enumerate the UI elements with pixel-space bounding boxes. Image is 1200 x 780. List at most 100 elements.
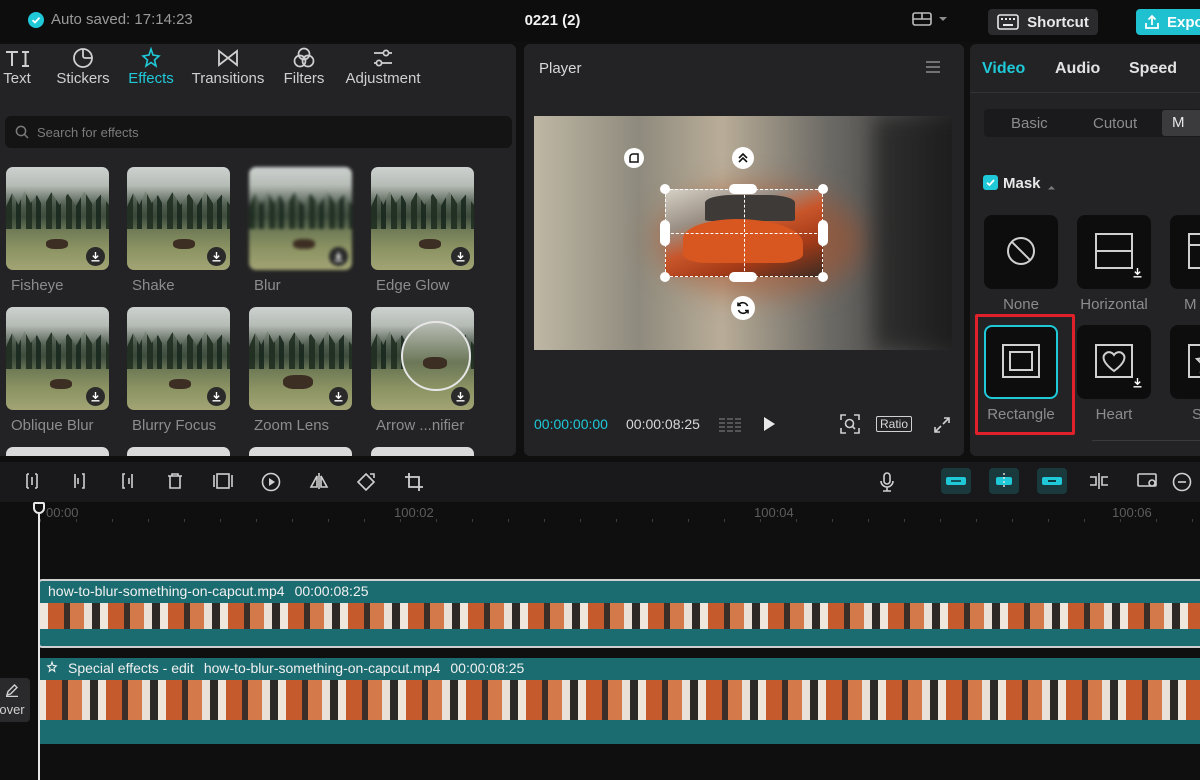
main-track-magnet-toggle[interactable] [941,468,971,494]
keyboard-icon [997,14,1019,30]
split-icon[interactable] [24,472,40,493]
download-icon[interactable] [451,387,470,406]
download-icon[interactable] [1132,265,1143,281]
effect-card-arrow-magnifier[interactable]: Arrow ...nifier [371,307,474,434]
mask-edge-handle[interactable] [660,220,670,246]
play-icon[interactable] [762,416,776,435]
download-icon[interactable] [1132,375,1143,391]
freeze-frame-icon[interactable] [212,472,234,493]
chevron-down-icon [938,15,948,23]
mask-edge-handle[interactable] [729,272,757,282]
mask-option-heart[interactable] [1077,325,1151,399]
shortcut-button[interactable]: Shortcut [988,9,1098,35]
subtab-mask[interactable]: M [1162,110,1200,136]
mask-option-label: S [1192,406,1200,423]
tab-label: Effects [128,70,174,87]
mask-corner-handle[interactable] [660,272,670,282]
tab-speed[interactable]: Speed [1129,60,1177,78]
clip-duration: 00:00:08:25 [450,660,525,676]
effect-track[interactable]: Special effects - edit how-to-blur-somet… [38,658,1200,744]
tab-transitions[interactable]: Transitions [190,46,266,96]
layout-icon [912,11,932,27]
upload-icon [1144,14,1160,30]
export-label: Expo [1167,13,1200,31]
mask-option-none[interactable] [984,215,1058,289]
rotate-icon[interactable] [356,472,376,495]
horizontal-mask-icon [1095,232,1133,272]
effect-card-blur[interactable]: Blur [249,167,352,294]
auto-snap-toggle[interactable] [989,468,1019,494]
play-circle-icon[interactable] [261,472,281,495]
screen-icon[interactable] [1137,472,1159,493]
playhead-handle[interactable] [33,502,45,514]
effect-thumbnail [6,167,109,270]
crop-icon[interactable] [404,472,424,495]
effect-card-fisheye[interactable]: Fisheye [6,167,109,294]
chevron-up-icon[interactable] [1047,178,1056,194]
mask-option-star[interactable] [1170,325,1200,399]
tab-effects[interactable]: Effects [126,46,176,96]
effect-card-oblique-blur[interactable]: Oblique Blur [6,307,109,434]
cover-button[interactable]: over [0,678,30,722]
download-icon[interactable] [207,387,226,406]
clip-header: how-to-blur-something-on-capcut.mp4 00:0… [40,581,369,601]
tab-label: Filters [283,70,325,87]
mask-frame[interactable] [665,189,823,277]
mask-corner-handle[interactable] [818,184,828,194]
layout-button[interactable] [912,11,948,27]
split-right-icon[interactable] [119,472,135,493]
subtab-cutout[interactable]: Cutout [1093,115,1137,132]
playhead[interactable] [38,506,40,780]
effect-card-zoom-lens[interactable]: Zoom Lens [249,307,352,434]
microphone-icon[interactable] [878,472,896,495]
download-icon[interactable] [329,247,348,266]
mask-corner-handle[interactable] [818,272,828,282]
effect-card-edge-glow[interactable]: Edge Glow [371,167,474,294]
fullscreen-icon[interactable] [933,416,951,437]
mask-corner-handle[interactable] [660,184,670,194]
mask-edge-handle[interactable] [818,220,828,246]
search-effects-input[interactable]: Search for effects [5,116,512,148]
download-icon[interactable] [86,247,105,266]
tab-label: Stickers [56,70,110,87]
download-icon[interactable] [451,247,470,266]
zoom-fit-icon[interactable] [840,414,860,437]
feather-icon[interactable] [732,147,754,169]
mirror-icon[interactable] [309,472,329,493]
tab-video[interactable]: Video [982,60,1025,78]
main-video-track[interactable]: how-to-blur-something-on-capcut.mp4 00:0… [38,579,1200,648]
mask-edge-handle[interactable] [729,184,757,194]
subtab-basic[interactable]: Basic [1011,115,1048,132]
download-icon[interactable] [329,387,348,406]
split-left-icon[interactable] [72,472,88,493]
tab-filters[interactable]: Filters [282,46,326,96]
mirror-mask-icon [1188,232,1200,272]
tab-text[interactable]: Text [0,46,34,96]
effect-thumbnail [6,307,109,410]
mask-option-label: M [1184,296,1197,313]
download-icon[interactable] [86,387,105,406]
linkage-toggle[interactable] [1037,468,1067,494]
waveform-icon[interactable] [718,416,744,437]
zoom-out-icon[interactable] [1172,472,1192,495]
tab-stickers[interactable]: Stickers [50,46,116,96]
delete-icon[interactable] [167,472,183,493]
mask-checkbox[interactable] [983,175,998,190]
mask-option-horizontal[interactable] [1077,215,1151,289]
ruler-label: 00:00 [46,505,79,520]
effect-card-shake[interactable]: Shake [127,167,230,294]
effect-card-blurry-focus[interactable]: Blurry Focus [127,307,230,434]
ratio-button[interactable]: Ratio [876,416,913,432]
preview-axis-icon[interactable] [1088,472,1110,493]
tab-adjustment[interactable]: Adjustment [342,46,424,96]
corner-radius-icon[interactable] [624,148,644,168]
effect-label: Shake [132,277,175,294]
tab-audio[interactable]: Audio [1055,60,1100,78]
effect-thumbnail [371,167,474,270]
menu-icon[interactable] [925,60,941,77]
mask-option-mirror[interactable] [1170,215,1200,289]
export-button[interactable]: Expo [1136,9,1200,35]
effect-thumbnail [249,307,352,410]
download-icon[interactable] [207,247,226,266]
rotate-icon[interactable] [731,296,755,320]
